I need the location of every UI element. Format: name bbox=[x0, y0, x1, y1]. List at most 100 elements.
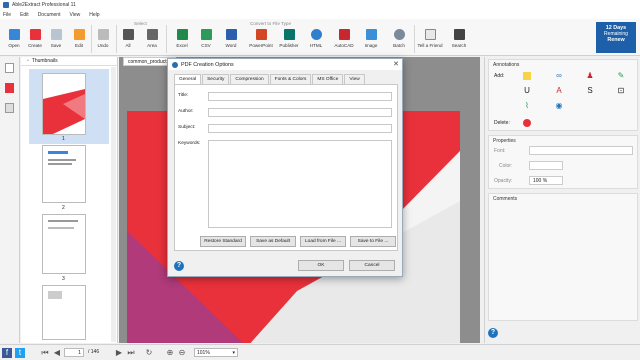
page-total: / 146 bbox=[88, 349, 100, 355]
tab-fonts-colors[interactable]: Fonts & Colors bbox=[269, 74, 312, 84]
menu-help[interactable]: Help bbox=[89, 12, 99, 18]
strikethrough-icon[interactable]: S bbox=[586, 87, 594, 95]
tell-a-friend-button[interactable]: Tell a Friend bbox=[417, 29, 443, 54]
page-thumbnail[interactable] bbox=[42, 214, 86, 274]
ok-button[interactable]: OK bbox=[298, 260, 344, 271]
dialog-tabs: General Security Compression Fonts & Col… bbox=[174, 74, 366, 84]
page-number: 2 bbox=[62, 205, 65, 211]
annotations-section: Annotations Add: ∞ ♟ ✎ U A S ⊡ ⌇ ◉ Delet… bbox=[488, 59, 638, 131]
envelope-icon bbox=[424, 29, 436, 40]
page-thumbnail[interactable] bbox=[42, 73, 86, 135]
load-from-file-button[interactable]: Load from File ... bbox=[300, 236, 346, 247]
comments-title: Comments bbox=[493, 196, 518, 202]
cursor-icon bbox=[122, 29, 134, 40]
ribbon-toolbar: Select Convert to File Type Open Create … bbox=[0, 19, 640, 56]
annotations-title: Annotations bbox=[493, 62, 520, 68]
pages-icon[interactable] bbox=[5, 63, 14, 73]
publisher-button[interactable]: Publisher bbox=[278, 29, 300, 54]
sticky-note-icon[interactable] bbox=[523, 72, 531, 80]
group-select-caption: Select bbox=[134, 21, 147, 26]
thumbnails-scrollbar[interactable] bbox=[111, 67, 116, 342]
save-button[interactable]: Save bbox=[45, 29, 67, 54]
link-icon[interactable]: ∞ bbox=[555, 72, 563, 80]
select-area-button[interactable]: Area bbox=[141, 29, 163, 54]
pdf-creation-options-dialog: PDF Creation Options ✕ General Security … bbox=[167, 58, 403, 277]
powerpoint-button[interactable]: PowerPoint bbox=[249, 29, 273, 54]
next-page-icon[interactable]: ▶ bbox=[114, 348, 124, 358]
delete-icon[interactable] bbox=[523, 119, 531, 127]
menu-document[interactable]: Document bbox=[38, 12, 61, 18]
page-number: 3 bbox=[62, 276, 65, 282]
first-page-icon[interactable]: ⏮ bbox=[40, 348, 50, 358]
autocad-button[interactable]: AutoCAD bbox=[333, 29, 355, 54]
prev-page-icon[interactable]: ◀ bbox=[52, 348, 62, 358]
edit-button[interactable]: Edit bbox=[68, 29, 90, 54]
attachment-icon[interactable]: ⌇ bbox=[523, 102, 531, 110]
select-all-button[interactable]: All bbox=[117, 29, 139, 54]
title-field[interactable] bbox=[208, 92, 392, 101]
subject-label: Subject: bbox=[178, 125, 196, 130]
restore-standard-button[interactable]: Restore Standard bbox=[200, 236, 246, 247]
zoom-out-icon[interactable]: ⊖ bbox=[177, 348, 187, 358]
opacity-field[interactable]: 100 % bbox=[529, 176, 563, 185]
csv-button[interactable]: CSV bbox=[195, 29, 217, 54]
renew-promo[interactable]: 12 Days Remaining Renew bbox=[596, 22, 636, 53]
textbox-icon[interactable]: ⊡ bbox=[617, 87, 625, 95]
app-icon bbox=[3, 2, 9, 8]
image-button[interactable]: Image bbox=[360, 29, 382, 54]
save-as-default-button[interactable]: Save as Default bbox=[250, 236, 296, 247]
undo-button[interactable]: Undo bbox=[92, 29, 114, 54]
delete-label: Delete: bbox=[494, 120, 510, 126]
highlight-icon[interactable]: ✎ bbox=[617, 72, 625, 80]
page-thumbnail[interactable] bbox=[42, 285, 86, 340]
last-page-icon[interactable]: ⏭ bbox=[126, 348, 136, 358]
tab-view[interactable]: View bbox=[344, 74, 365, 84]
bookmark-icon[interactable] bbox=[5, 83, 14, 93]
search-button[interactable]: Search bbox=[448, 29, 470, 54]
publisher-icon bbox=[283, 29, 295, 40]
add-label: Add: bbox=[494, 73, 505, 79]
cancel-button[interactable]: Cancel bbox=[349, 260, 395, 271]
properties-title: Properties bbox=[493, 138, 516, 144]
page-number: 1 bbox=[62, 136, 65, 142]
text-color-icon[interactable]: A bbox=[555, 87, 563, 95]
rotate-icon[interactable]: ↻ bbox=[144, 348, 154, 358]
tab-general[interactable]: General bbox=[174, 74, 202, 84]
font-dropdown[interactable] bbox=[529, 146, 633, 155]
author-field[interactable] bbox=[208, 108, 392, 117]
page-thumbnail[interactable] bbox=[42, 145, 86, 203]
layers-icon[interactable] bbox=[5, 103, 14, 113]
subject-field[interactable] bbox=[208, 124, 392, 133]
menu-bar: File Edit Document View Help bbox=[0, 10, 640, 19]
color-picker[interactable] bbox=[529, 161, 563, 170]
batch-button[interactable]: Batch bbox=[388, 29, 410, 54]
tab-ms-office[interactable]: MS Office bbox=[312, 74, 344, 84]
tab-security[interactable]: Security bbox=[202, 74, 230, 84]
stamp-icon[interactable]: ♟ bbox=[586, 72, 594, 80]
help-icon[interactable]: ? bbox=[488, 328, 498, 338]
create-button[interactable]: Create bbox=[24, 29, 46, 54]
shape-icon[interactable]: ◉ bbox=[555, 102, 563, 110]
facebook-icon[interactable]: f bbox=[2, 348, 12, 358]
menu-file[interactable]: File bbox=[3, 12, 11, 18]
close-icon[interactable]: ✕ bbox=[393, 60, 399, 68]
general-tab-panel: Title: Author: Subject: Keywords: Restor… bbox=[174, 84, 398, 251]
zoom-in-icon[interactable]: ⊕ bbox=[165, 348, 175, 358]
html-button[interactable]: HTML bbox=[305, 29, 327, 54]
zoom-dropdown[interactable]: 101% ▾ bbox=[194, 348, 238, 357]
open-button[interactable]: Open bbox=[3, 29, 25, 54]
underline-icon[interactable]: U bbox=[523, 87, 531, 95]
undo-icon bbox=[97, 29, 109, 40]
page-input[interactable]: 1 bbox=[64, 348, 84, 357]
keywords-field[interactable] bbox=[208, 140, 392, 228]
thumbnails-icon: ▫ bbox=[27, 58, 29, 64]
twitter-icon[interactable]: t bbox=[15, 348, 25, 358]
word-button[interactable]: Word bbox=[220, 29, 242, 54]
help-icon[interactable]: ? bbox=[174, 261, 184, 271]
menu-edit[interactable]: Edit bbox=[20, 12, 29, 18]
tab-compression[interactable]: Compression bbox=[230, 74, 269, 84]
menu-view[interactable]: View bbox=[69, 12, 80, 18]
area-select-icon bbox=[146, 29, 158, 40]
excel-button[interactable]: Excel bbox=[171, 29, 193, 54]
save-to-file-button[interactable]: Save to File ... bbox=[350, 236, 396, 247]
